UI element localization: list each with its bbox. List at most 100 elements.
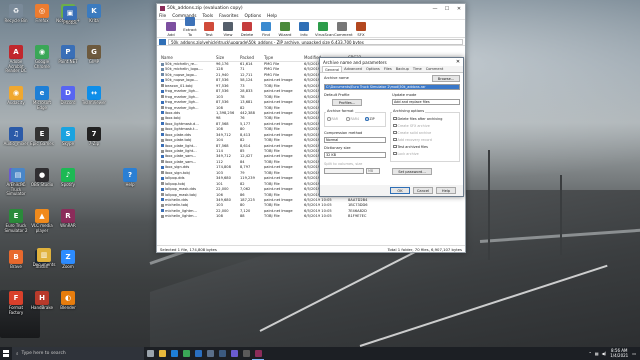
desktop-icon[interactable]: e Microsoft Edge [28, 86, 56, 110]
browse-button[interactable]: Browse... [432, 75, 460, 82]
tab-files[interactable]: Files [382, 66, 394, 72]
tab-general[interactable]: General [322, 66, 343, 72]
desktop-icon[interactable]: F Format Factory [2, 291, 30, 315]
dialog-close-button[interactable]: ✕ [453, 59, 463, 65]
desktop-icon[interactable]: G GIMP [80, 45, 108, 65]
tab-advanced[interactable]: Advanced [342, 66, 364, 72]
tab-backup[interactable]: Backup [394, 66, 411, 72]
dialog-titlebar[interactable]: Archive name and parameters ✕ [320, 58, 463, 66]
option-checkbox[interactable]: Delete files after archiving [393, 116, 442, 121]
table-row[interactable]: michelin_lightm... 108 88 TOBJ File 6/5/2019… [159, 214, 463, 219]
column-header-packed[interactable]: Packed [238, 55, 262, 61]
desktop-icon[interactable]: Z Zoom [54, 250, 82, 270]
desktop-icon[interactable]: ▣ Photos [56, 6, 84, 26]
desktop-icon[interactable]: 7 7-Zip [80, 127, 108, 147]
tray-chevron-icon[interactable]: ⌃ [588, 351, 591, 356]
winrar-titlebar[interactable]: 50k_addons.zip (evaluation copy) — ☐ ✕ [157, 4, 465, 13]
dictionary-select[interactable]: 32 KB [324, 152, 386, 158]
taskbar-store-button[interactable] [204, 347, 216, 360]
option-checkbox[interactable]: Test archived files [393, 144, 428, 149]
compression-select[interactable]: Normal [324, 137, 386, 143]
archive-path[interactable]: 50k_addons.zip\vehicle\truck\upgrade\50k… [168, 38, 463, 45]
toolbar-virusscan-button[interactable]: VirusScan [315, 22, 334, 37]
dialog-tabs: General Advanced Options Files Backup Time Com… [320, 66, 463, 73]
desktop-icon[interactable]: S Skype [54, 127, 82, 147]
notifications-icon[interactable]: ▭ [632, 351, 636, 356]
tab-options[interactable]: Options [364, 66, 382, 72]
column-header-type[interactable]: Type [262, 55, 302, 61]
toolbar-wizard-button[interactable]: Wizard [277, 22, 293, 37]
menu-options[interactable]: Options [245, 14, 262, 19]
toolbar-add-button[interactable]: Add [163, 22, 179, 37]
split-volumes-input[interactable] [324, 168, 364, 174]
update-mode-select[interactable]: Add and replace files [392, 99, 460, 105]
close-button[interactable]: ✕ [453, 4, 465, 13]
ok-button[interactable]: OK [390, 187, 410, 194]
volume-icon[interactable]: ◀) [602, 351, 607, 356]
split-unit-select[interactable]: MB [366, 168, 380, 174]
toolbar-comment-button[interactable]: Comment [334, 22, 353, 37]
desktop-icon[interactable]: E Euro Truck Simulator 2 [2, 209, 30, 233]
column-header-name[interactable]: Name [159, 55, 214, 61]
format-radio-rar4[interactable]: RAR4 [346, 117, 359, 121]
taskbar-task-view-button[interactable] [144, 347, 156, 360]
taskbar-steam-button[interactable] [216, 347, 228, 360]
archive-name-input[interactable]: C:\Documents\Euro Truck Simulator 2\mod\… [324, 84, 460, 90]
desktop-icon[interactable]: ◐ Blender [54, 291, 82, 311]
toolbar-delete-button[interactable]: Delete [239, 22, 255, 37]
menu-file[interactable]: File [159, 14, 166, 19]
minimize-button[interactable]: — [429, 4, 441, 13]
tab-comment[interactable]: Comment [424, 66, 446, 72]
desktop-icon[interactable]: ↔ TeamViewer [80, 86, 108, 106]
menu-tools[interactable]: Tools [203, 14, 214, 19]
toolbar-view-button[interactable]: View [220, 22, 236, 37]
column-header-size[interactable]: Size [214, 55, 238, 61]
help-button[interactable]: Help [436, 187, 456, 194]
menu-favorites[interactable]: Favorites [219, 14, 238, 19]
desktop-icon[interactable]: ◉ Audacity [2, 86, 30, 106]
taskbar-file-explorer-button[interactable] [156, 347, 168, 360]
up-folder-icon[interactable] [159, 38, 166, 45]
taskbar-chrome-button[interactable] [180, 347, 192, 360]
desktop-icon[interactable]: ♫ Audio_mixer [2, 127, 30, 147]
desktop-icon[interactable]: ? Help [116, 168, 144, 188]
toolbar-info-button[interactable]: Info [296, 22, 312, 37]
desktop-icon[interactable]: ▲ VLC media player [28, 209, 56, 233]
network-icon[interactable]: ▦ [595, 351, 599, 356]
tab-time[interactable]: Time [411, 66, 424, 72]
desktop-icon[interactable]: P Paint.NET [54, 45, 82, 65]
desktop-icon[interactable]: B Brave [2, 250, 30, 270]
desktop-icon[interactable]: R WinRAR [54, 209, 82, 229]
desktop-icon[interactable]: ▥ Documents [30, 248, 58, 268]
taskbar-truck-sim-button[interactable] [228, 347, 240, 360]
menu-help[interactable]: Help [267, 14, 277, 19]
taskbar-search-box[interactable]: ⌕ Type here to search [12, 347, 144, 360]
taskbar-mail-button[interactable] [192, 347, 204, 360]
taskbar-winrar-button[interactable] [252, 347, 264, 360]
desktop-icon[interactable]: ● OBS Studio [28, 168, 56, 188]
toolbar-test-button[interactable]: Test [201, 22, 217, 37]
start-button[interactable] [0, 347, 12, 360]
set-password-button[interactable]: Set password... [392, 168, 432, 175]
taskbar-clock[interactable]: 8:56 AM 1/4/2021 [610, 348, 628, 358]
desktop-icon[interactable]: H HandBrake [28, 291, 56, 311]
toolbar-find-button[interactable]: Find [258, 22, 274, 37]
toolbar-sfx-button[interactable]: SFX [353, 22, 369, 37]
desktop-icon[interactable]: ◉ Google Chrome [28, 45, 56, 69]
desktop-icon[interactable]: E Epic Games [28, 127, 56, 147]
desktop-icon[interactable]: A Adobe Acrobat Reader DC [2, 45, 30, 74]
desktop-icon[interactable]: K Krita [80, 4, 108, 24]
format-radio-zip[interactable]: ZIP [365, 117, 375, 121]
desktop-icon[interactable]: ♪ Spotify [54, 168, 82, 188]
profiles-button[interactable]: Profiles... [332, 99, 362, 106]
desktop-icon[interactable]: ▤ This PC [4, 168, 32, 188]
desktop-icon[interactable]: ♻ Recycle Bin [2, 4, 30, 24]
taskbar-edge-button[interactable] [168, 347, 180, 360]
taskbar-obs-button[interactable] [240, 347, 252, 360]
maximize-button[interactable]: ☐ [441, 4, 453, 13]
toolbar-extract-to-button[interactable]: Extract To [182, 17, 198, 37]
desktop-icon[interactable]: ◎ Firefox [28, 4, 56, 24]
cancel-button[interactable]: Cancel [413, 187, 433, 194]
format-radio-rar[interactable]: RAR [327, 117, 338, 121]
desktop-icon[interactable]: D Discord [54, 86, 82, 106]
